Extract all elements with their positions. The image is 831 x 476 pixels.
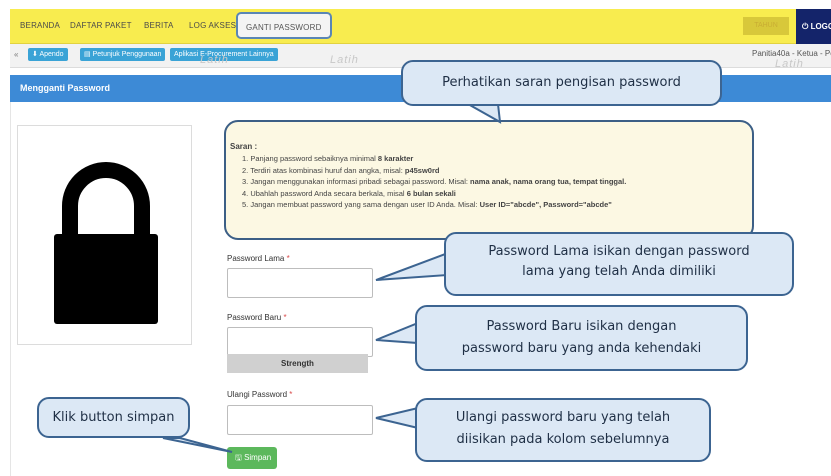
tahun-selector[interactable]: TAHUN	[743, 17, 789, 35]
lock-image-frame	[17, 125, 192, 345]
saran-item: 4. Ubahlah password Anda secara berkala,…	[242, 188, 456, 198]
save-label: Simpan	[244, 453, 272, 462]
callout-password-lama: Password Lama isikan dengan password lam…	[444, 232, 794, 296]
password-baru-label: Password Baru *	[227, 313, 287, 322]
nav-ganti-password[interactable]: GANTI PASSWORD	[236, 12, 332, 39]
watermark-text: Latih	[200, 54, 229, 66]
saran-box: Saran : 1. Panjang password sebaiknya mi…	[224, 120, 754, 240]
book-icon: ▤	[84, 51, 93, 58]
callout-ulangi-password: Ulangi password baru yang telah diisikan…	[415, 398, 711, 462]
saran-item: 2. Terdiri atas kombinasi huruf dan angk…	[242, 165, 440, 175]
apendo-label: Apendo	[39, 51, 64, 58]
page-title: Mengganti Password	[20, 83, 111, 93]
nav-daftar-paket[interactable]: DAFTAR PAKET	[70, 21, 132, 30]
petunjuk-label: Petunjuk Penggunaan	[92, 51, 162, 58]
callout-simpan: Klik button simpan	[37, 397, 190, 438]
nav-beranda[interactable]: BERANDA	[20, 21, 60, 30]
saran-list: 1. Panjang password sebaiknya minimal 8 …	[230, 153, 752, 211]
collapse-arrow-icon[interactable]: «	[14, 50, 18, 59]
save-icon: 🖫	[235, 453, 242, 462]
lock-icon	[54, 162, 158, 324]
nav-berita[interactable]: BERITA	[144, 21, 174, 30]
callout-password-baru: Password Baru isikan dengan password bar…	[415, 305, 748, 371]
apendo-button[interactable]: ⬇ Apendo	[28, 48, 68, 61]
saran-item: 3. Jangan menggunakan informasi pribadi …	[242, 177, 627, 186]
password-lama-label: Password Lama *	[227, 254, 290, 263]
saran-item: 1. Panjang password sebaiknya minimal 8 …	[242, 154, 414, 163]
password-lama-input[interactable]	[227, 268, 373, 298]
watermark-text: Latih	[775, 58, 804, 70]
logout-label: LOGO	[810, 22, 831, 31]
top-nav-bar: BERANDA DAFTAR PAKET BERITA LOG AKSES GA…	[10, 9, 831, 44]
saran-item: 5. Jangan membuat password yang sama den…	[242, 200, 612, 209]
ulangi-password-input[interactable]	[227, 405, 373, 435]
password-baru-input[interactable]	[227, 327, 373, 357]
callout-saran: Perhatikan saran pengisan password	[401, 60, 722, 106]
petunjuk-button[interactable]: ▤ Petunjuk Penggunaan	[80, 48, 166, 61]
logout-button[interactable]: ⏻ LOGO	[796, 9, 831, 44]
user-info: Panitia40a - Ketua - Pok	[752, 49, 831, 58]
save-button[interactable]: 🖫 Simpan	[227, 447, 277, 469]
nav-log-akses[interactable]: LOG AKSES	[189, 21, 236, 30]
watermark-text: Latih	[330, 54, 359, 66]
strength-meter: Strength	[227, 354, 368, 373]
ulangi-password-label: Ulangi Password *	[227, 390, 293, 399]
power-icon: ⏻	[802, 22, 809, 31]
saran-title: Saran :	[230, 142, 258, 151]
